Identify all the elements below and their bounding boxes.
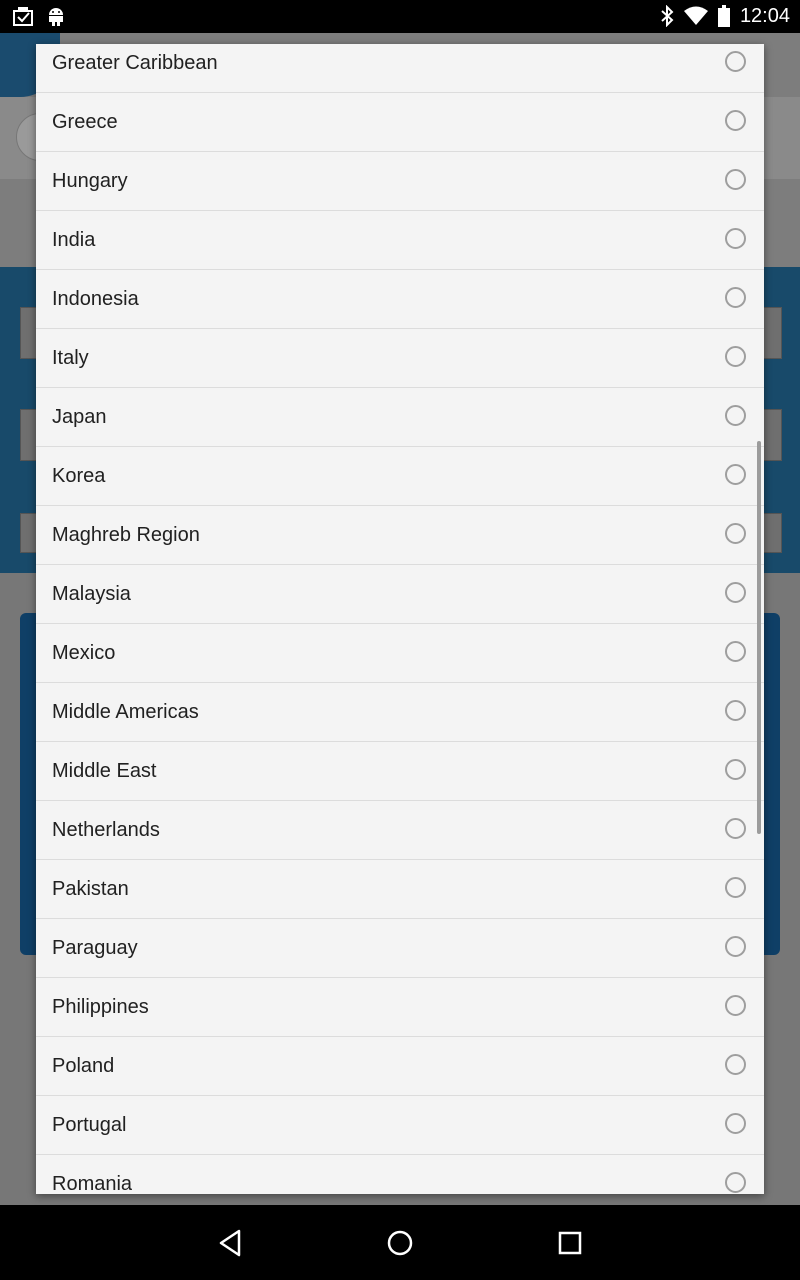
radio-button[interactable]	[725, 228, 746, 249]
radio-button[interactable]	[725, 1172, 746, 1193]
list-item[interactable]: Indonesia	[36, 270, 764, 329]
option-label: Mexico	[52, 642, 116, 664]
option-label: Indonesia	[52, 288, 139, 310]
scrollbar[interactable]	[757, 441, 761, 834]
option-label: Korea	[52, 465, 106, 487]
radio-button[interactable]	[725, 1113, 746, 1134]
radio-button[interactable]	[725, 523, 746, 544]
recents-icon[interactable]	[554, 1227, 586, 1259]
radio-button[interactable]	[725, 582, 746, 603]
list-item[interactable]: Malaysia	[36, 565, 764, 624]
list-item[interactable]: Maghreb Region	[36, 506, 764, 565]
option-label: Greater Caribbean	[52, 52, 218, 74]
list-item[interactable]: Mexico	[36, 624, 764, 683]
back-icon[interactable]	[215, 1227, 247, 1259]
option-label: India	[52, 229, 96, 251]
radio-button[interactable]	[725, 818, 746, 839]
country-select-dialog: Greater Caribbean Greece Hungary India I…	[36, 44, 764, 1194]
radio-button[interactable]	[725, 877, 746, 898]
radio-button[interactable]	[725, 995, 746, 1016]
radio-button[interactable]	[725, 936, 746, 957]
list-item[interactable]: Poland	[36, 1037, 764, 1096]
radio-button[interactable]	[725, 51, 746, 72]
option-list: Greater Caribbean Greece Hungary India I…	[36, 44, 764, 1194]
option-label: Middle Americas	[52, 701, 199, 723]
list-item[interactable]: Netherlands	[36, 801, 764, 860]
list-item[interactable]: Paraguay	[36, 919, 764, 978]
list-item[interactable]: Italy	[36, 329, 764, 388]
list-item[interactable]: Portugal	[36, 1096, 764, 1155]
status-bar: 12:04	[0, 0, 800, 33]
list-item[interactable]: India	[36, 211, 764, 270]
battery-icon	[717, 5, 730, 27]
radio-button[interactable]	[725, 700, 746, 721]
notification-icon	[12, 5, 34, 27]
android-icon	[46, 5, 66, 27]
option-label: Paraguay	[52, 937, 138, 959]
option-label: Pakistan	[52, 878, 129, 900]
radio-button[interactable]	[725, 464, 746, 485]
radio-button[interactable]	[725, 641, 746, 662]
option-label: Poland	[52, 1055, 115, 1077]
option-label: Malaysia	[52, 583, 131, 605]
wifi-icon	[683, 6, 708, 26]
list-item[interactable]: Greater Caribbean	[36, 44, 764, 93]
list-item[interactable]: Middle Americas	[36, 683, 764, 742]
radio-button[interactable]	[725, 759, 746, 780]
radio-button[interactable]	[725, 110, 746, 131]
radio-button[interactable]	[725, 346, 746, 367]
option-label: Middle East	[52, 760, 157, 782]
list-item[interactable]: Japan	[36, 388, 764, 447]
home-icon[interactable]	[384, 1227, 416, 1259]
list-item[interactable]: Korea	[36, 447, 764, 506]
navigation-bar	[0, 1205, 800, 1280]
option-label: Greece	[52, 111, 118, 133]
option-label: Italy	[52, 347, 89, 369]
list-item[interactable]: Middle East	[36, 742, 764, 801]
option-label: Portugal	[52, 1114, 127, 1136]
clock: 12:04	[739, 4, 790, 27]
bluetooth-icon	[660, 5, 674, 27]
radio-button[interactable]	[725, 405, 746, 426]
option-label: Hungary	[52, 170, 128, 192]
list-item[interactable]: Hungary	[36, 152, 764, 211]
list-item[interactable]: Pakistan	[36, 860, 764, 919]
list-item[interactable]: Greece	[36, 93, 764, 152]
option-label: Netherlands	[52, 819, 160, 841]
radio-button[interactable]	[725, 287, 746, 308]
option-label: Maghreb Region	[52, 524, 200, 546]
option-label: Philippines	[52, 996, 149, 1018]
option-label: Romania	[52, 1173, 133, 1194]
radio-button[interactable]	[725, 169, 746, 190]
option-label: Japan	[52, 406, 107, 428]
radio-button[interactable]	[725, 1054, 746, 1075]
list-item[interactable]: Philippines	[36, 978, 764, 1037]
list-item[interactable]: Romania	[36, 1155, 764, 1194]
